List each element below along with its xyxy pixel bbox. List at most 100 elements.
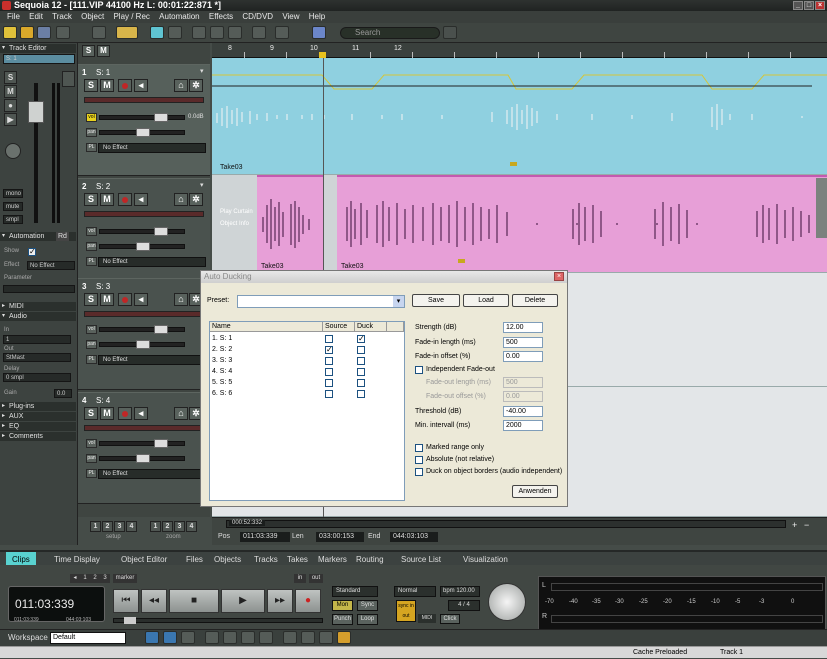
jog-wheel[interactable] xyxy=(488,583,526,621)
horizontal-scrollbar[interactable]: 000:52:332 xyxy=(226,520,786,528)
source-checkbox[interactable] xyxy=(325,390,333,398)
mono-button[interactable]: mono xyxy=(3,189,23,198)
pan-slider[interactable] xyxy=(99,340,185,349)
setup-button-4[interactable]: 4 xyxy=(126,521,137,532)
marked-range-checkbox[interactable] xyxy=(415,444,423,452)
midi-button[interactable]: MIDI xyxy=(418,614,436,623)
track-monitor-button[interactable]: ◂ xyxy=(134,293,148,306)
min-interval-input[interactable]: 2000 xyxy=(503,420,543,431)
global-mute-button[interactable]: M xyxy=(97,45,110,57)
track-solo-button[interactable]: S xyxy=(84,293,98,306)
duck-checkbox[interactable] xyxy=(357,346,365,354)
volume-slider[interactable] xyxy=(99,439,185,448)
track-editor-header[interactable]: ▾ Track Editor xyxy=(0,44,76,53)
minimize-icon[interactable]: _ xyxy=(793,1,803,10)
track-header-2[interactable]: 2 S: 2 ▾ S M ◂ ⌂ ✲ vol pan PL No Effect xyxy=(78,178,210,290)
volume-slider[interactable] xyxy=(99,113,185,122)
source-checkbox[interactable] xyxy=(325,368,333,376)
pan-slider[interactable] xyxy=(99,242,185,251)
source-checkbox[interactable] xyxy=(325,379,333,387)
solo-button[interactable]: S xyxy=(4,71,17,84)
list-item[interactable]: 4. S: 4 xyxy=(210,367,406,378)
play-button[interactable]: ▶ xyxy=(221,589,265,613)
pan-slider[interactable] xyxy=(99,454,185,463)
track-record-button[interactable] xyxy=(118,293,132,306)
out-button[interactable]: out xyxy=(309,574,323,583)
new-file-icon[interactable] xyxy=(3,26,17,39)
duck-checkbox[interactable]: ✓ xyxy=(357,335,365,343)
duck-checkbox[interactable] xyxy=(357,368,365,376)
prev-marker-icon[interactable]: ◂ xyxy=(70,574,80,583)
fadeout-length-input[interactable]: 500 xyxy=(503,377,543,388)
sync-button[interactable]: Sync xyxy=(357,600,378,611)
mixer-icon[interactable] xyxy=(192,26,206,39)
track-lock-icon[interactable]: ⌂ xyxy=(174,193,188,206)
plugin-select[interactable]: No Effect xyxy=(98,355,206,365)
workspace-tool-icon[interactable] xyxy=(181,631,195,644)
workspace-tool-icon[interactable] xyxy=(319,631,333,644)
setup-button-2[interactable]: 2 xyxy=(102,521,113,532)
workspace-tool-icon[interactable] xyxy=(205,631,219,644)
open-folder-icon[interactable] xyxy=(20,26,34,39)
track-header-4[interactable]: 4 S: 4 ▾ S M ◂ ⌂ ✲ vol pan PL No Effect xyxy=(78,392,210,504)
track-menu-icon[interactable]: ▾ xyxy=(200,67,204,75)
plugin-select[interactable]: No Effect xyxy=(98,143,206,153)
import-icon[interactable] xyxy=(56,26,70,39)
volume-slider-knob[interactable] xyxy=(154,325,168,334)
volume-slider-knob[interactable] xyxy=(154,439,168,448)
in-button[interactable]: in xyxy=(294,574,306,583)
track-lane-1[interactable]: Take03 xyxy=(212,58,827,175)
track-record-button[interactable] xyxy=(118,79,132,92)
search-icon[interactable] xyxy=(443,26,457,39)
track-settings-icon[interactable]: ✲ xyxy=(189,79,203,92)
menu-view[interactable]: View xyxy=(282,12,299,21)
track-settings-icon[interactable]: ✲ xyxy=(189,193,203,206)
volume-slider[interactable] xyxy=(99,325,185,334)
setup-button-1[interactable]: 1 xyxy=(90,521,101,532)
volume-slider[interactable] xyxy=(99,227,185,236)
audio-object[interactable]: Take03 xyxy=(257,175,323,272)
fadein-offset-input[interactable]: 0.00 xyxy=(503,351,543,362)
menu-play-rec[interactable]: Play / Rec xyxy=(113,12,149,21)
threshold-input[interactable]: -40.00 xyxy=(503,406,543,417)
track-solo-button[interactable]: S xyxy=(84,193,98,206)
volume-slider-knob[interactable] xyxy=(154,227,168,236)
track-solo-button[interactable]: S xyxy=(84,407,98,420)
list-item[interactable]: 2. S: 2 ✓ xyxy=(210,345,406,356)
track-lock-icon[interactable]: ⌂ xyxy=(174,293,188,306)
pointer-tool-icon[interactable] xyxy=(92,26,106,39)
eq-header[interactable]: ▸ EQ xyxy=(0,422,76,431)
range-tool-icon[interactable] xyxy=(116,26,138,39)
column-header-source[interactable]: Source xyxy=(323,322,355,332)
loop-button[interactable]: Loop xyxy=(357,614,378,625)
track-mute-button[interactable]: M xyxy=(100,293,114,306)
workspace-tool-icon[interactable] xyxy=(145,631,159,644)
dropdown-arrow-icon[interactable]: ▾ xyxy=(393,296,404,307)
workspace-tool-icon[interactable] xyxy=(223,631,237,644)
pan-slider-knob[interactable] xyxy=(136,242,150,251)
speed-select[interactable]: Normal xyxy=(394,586,436,597)
track-monitor-button[interactable]: ◂ xyxy=(134,407,148,420)
automation-button[interactable] xyxy=(62,71,75,87)
track-lane-2[interactable]: Play Curtain Object Info Take03 Take03 xyxy=(212,175,827,273)
input-select[interactable]: 1 xyxy=(3,335,71,344)
universal-cut-icon[interactable] xyxy=(150,26,164,39)
duck-checkbox[interactable] xyxy=(357,357,365,365)
zoom-in-icon[interactable]: + xyxy=(792,520,797,530)
workspace-tool-icon[interactable] xyxy=(283,631,297,644)
vertical-scrollbar[interactable] xyxy=(816,178,827,238)
effect-select[interactable]: No Effect xyxy=(27,261,75,270)
plugins-header[interactable]: ▸ Plug-ins xyxy=(0,402,76,411)
transport-slider-knob[interactable] xyxy=(124,617,136,624)
mute-button[interactable]: M xyxy=(4,85,17,98)
automation-mode[interactable]: Rd xyxy=(56,232,69,241)
global-solo-button[interactable]: S xyxy=(82,45,95,57)
volume-fader-handle[interactable] xyxy=(28,101,44,123)
rewind-button[interactable]: ◂◂ xyxy=(141,589,167,613)
zoom-out-icon[interactable]: − xyxy=(804,520,809,530)
delay-input[interactable]: 0 smpl xyxy=(3,373,71,382)
punch-button[interactable]: Punch xyxy=(332,614,353,625)
source-checkbox[interactable] xyxy=(325,335,333,343)
column-header-duck[interactable]: Duck xyxy=(355,322,387,332)
menu-object[interactable]: Object xyxy=(81,12,104,21)
